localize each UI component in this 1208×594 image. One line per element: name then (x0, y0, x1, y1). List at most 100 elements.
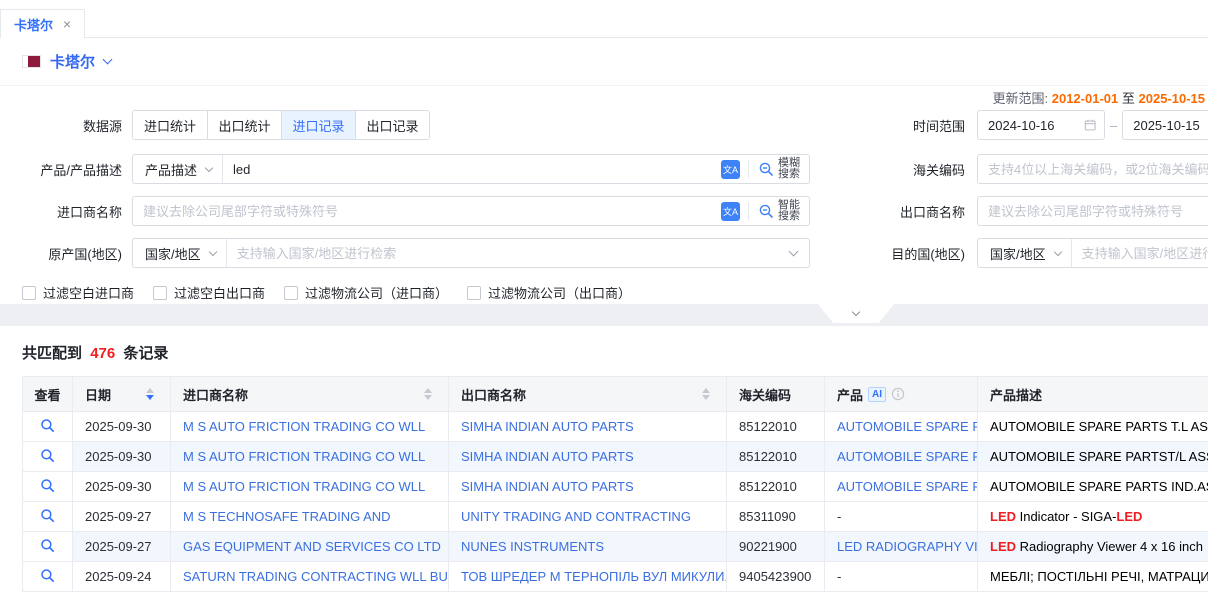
table-row: 2025-09-30 M S AUTO FRICTION TRADING CO … (23, 472, 1208, 502)
destination-region-value: 国家/地区 (990, 244, 1046, 263)
btn-export-stats[interactable]: 出口统计 (207, 111, 281, 139)
product-link[interactable]: AUTOMOBILE SPARE P... (837, 419, 978, 434)
chevron-down-icon (1053, 248, 1061, 256)
importer-link[interactable]: M S AUTO FRICTION TRADING CO WLL (183, 449, 425, 464)
view-record-icon[interactable] (40, 418, 55, 433)
product-link[interactable]: AUTOMOBILE SPARE P... (837, 449, 978, 464)
hs-code-input[interactable] (978, 162, 1208, 177)
ai-badge: AI (868, 387, 886, 402)
table-row: 2025-09-27 GAS EQUIPMENT AND SERVICES CO… (23, 532, 1208, 562)
close-icon[interactable]: × (63, 17, 71, 31)
product-link[interactable]: AUTOMOBILE SPARE P... (837, 479, 978, 494)
date-start-field[interactable] (977, 110, 1105, 140)
fuzzy-search-button[interactable]: 模糊 搜索 (749, 155, 809, 183)
translate-icon[interactable]: 文A (721, 202, 740, 221)
exporter-link[interactable]: NUNES INSTRUMENTS (461, 539, 604, 554)
table-header-row: 查看 日期 进口商名称 出口商名称 海关编码 产品 (23, 377, 1208, 412)
product-search-input[interactable] (223, 162, 721, 177)
importer-link[interactable]: M S AUTO FRICTION TRADING CO WLL (183, 419, 425, 434)
origin-group: 国家/地区 (132, 238, 810, 268)
importer-input[interactable] (133, 204, 721, 219)
record-date: 2025-09-27 (73, 532, 171, 562)
col-date: 日期 (73, 377, 171, 412)
importer-link[interactable]: M S TECHNOSAFE TRADING AND (183, 509, 391, 524)
product-search-group: 产品描述 文A 模糊 搜索 (132, 154, 810, 184)
col-importer: 进口商名称 (171, 377, 449, 412)
product-description: МЕБЛІ; ПОСТІЛЬНІ РЕЧІ, МАТРАЦИ,... (978, 562, 1208, 592)
exporter-link[interactable]: UNITY TRADING AND CONTRACTING (461, 509, 691, 524)
chevron-down-icon[interactable] (103, 55, 113, 65)
hs-code-value: 85122010 (727, 412, 825, 442)
product-link[interactable]: LED RADIOGRAPHY VI... (837, 539, 978, 554)
date-start-input[interactable] (988, 118, 1084, 133)
checkbox-label: 过滤物流公司（进口商） (305, 283, 448, 302)
origin-region-select[interactable]: 国家/地区 (133, 239, 227, 267)
checkbox[interactable] (284, 286, 298, 300)
time-range-label: 时间范围 (810, 116, 977, 135)
tab-qatar[interactable]: 卡塔尔 × (0, 9, 85, 38)
view-record-icon[interactable] (40, 478, 55, 493)
exporter-link[interactable]: SIMHA INDIAN AUTO PARTS (461, 479, 634, 494)
destination-region-select[interactable]: 国家/地区 (978, 239, 1072, 267)
exporter-link[interactable]: SIMHA INDIAN AUTO PARTS (461, 419, 634, 434)
exporter-input[interactable] (978, 204, 1208, 219)
checkbox-filter-blank-exporter[interactable]: 过滤空白出口商 (153, 283, 265, 302)
results-suffix: 条记录 (123, 345, 168, 362)
page-title: 卡塔尔 (50, 51, 95, 72)
view-record-icon[interactable] (40, 568, 55, 583)
collapse-filter-handle[interactable] (818, 304, 894, 323)
checkbox[interactable] (153, 286, 167, 300)
sort-icon[interactable] (146, 388, 154, 400)
destination-input[interactable] (1072, 246, 1208, 261)
table-row: 2025-09-24 SATURN TRADING CONTRACTING WL… (23, 562, 1208, 592)
product-type-select[interactable]: 产品描述 (133, 155, 223, 183)
hs-code-field[interactable] (977, 154, 1208, 184)
checkbox-filter-blank-importer[interactable]: 过滤空白进口商 (22, 283, 134, 302)
checkbox-filter-logistics-importer[interactable]: 过滤物流公司（进口商） (284, 283, 448, 302)
importer-link[interactable]: M S AUTO FRICTION TRADING CO WLL (183, 479, 425, 494)
results-panel: 共匹配到 476 条记录 查看 日期 进口商名称 出口 (0, 326, 1208, 594)
col-description: 产品描述 (978, 377, 1208, 412)
col-exporter: 出口商名称 (449, 377, 727, 412)
view-record-icon[interactable] (40, 508, 55, 523)
records-table: 查看 日期 进口商名称 出口商名称 海关编码 产品 (22, 376, 1208, 592)
exporter-field[interactable] (977, 196, 1208, 226)
record-date: 2025-09-30 (73, 472, 171, 502)
tab-label: 卡塔尔 (14, 15, 53, 34)
col-view: 查看 (23, 377, 73, 412)
hs-code-value: 9405423900 (727, 562, 825, 592)
checkbox[interactable] (22, 286, 36, 300)
table-body: 2025-09-30 M S AUTO FRICTION TRADING CO … (23, 412, 1208, 592)
btn-import-stats[interactable]: 进口统计 (133, 111, 207, 139)
view-record-icon[interactable] (40, 538, 55, 553)
sort-icon[interactable] (702, 388, 710, 400)
date-end-field[interactable] (1122, 110, 1208, 140)
view-record-icon[interactable] (40, 448, 55, 463)
checkbox[interactable] (467, 286, 481, 300)
translate-icon[interactable]: 文A (721, 160, 740, 179)
origin-label: 原产国(地区) (0, 244, 132, 263)
origin-input[interactable] (227, 246, 790, 261)
col-product-label: 产品 (837, 385, 863, 404)
exporter-link[interactable]: SIMHA INDIAN AUTO PARTS (461, 449, 634, 464)
exporter-link[interactable]: ТОВ ШРЕДЕР М ТЕРНОПІЛЬ ВУЛ МИКУЛИ... (461, 569, 727, 584)
info-icon[interactable] (891, 387, 905, 401)
fuzzy-search-label-2: 搜索 (778, 169, 800, 180)
collapse-chevron-icon (852, 308, 860, 316)
page-header: 卡塔尔 (0, 38, 1208, 85)
date-end-input[interactable] (1133, 118, 1208, 133)
sort-icon[interactable] (424, 388, 432, 400)
date-range-separator: – (1110, 118, 1117, 133)
btn-import-records[interactable]: 进口记录 (281, 111, 355, 139)
importer-link[interactable]: GAS EQUIPMENT AND SERVICES CO LTD (183, 539, 441, 554)
checkbox-filter-logistics-exporter[interactable]: 过滤物流公司（出口商） (467, 283, 631, 302)
magnifier-minus-icon (758, 203, 774, 219)
record-date: 2025-09-24 (73, 562, 171, 592)
chevron-down-icon (205, 164, 213, 172)
importer-link[interactable]: SATURN TRADING CONTRACTING WLL BUI... (183, 569, 449, 584)
checkbox-label: 过滤物流公司（出口商） (488, 283, 631, 302)
smart-search-button[interactable]: 智能 搜索 (749, 197, 809, 225)
chevron-down-icon[interactable] (789, 246, 799, 256)
btn-export-records[interactable]: 出口记录 (355, 111, 429, 139)
update-range-end: 2025-10-15 (1139, 91, 1206, 106)
